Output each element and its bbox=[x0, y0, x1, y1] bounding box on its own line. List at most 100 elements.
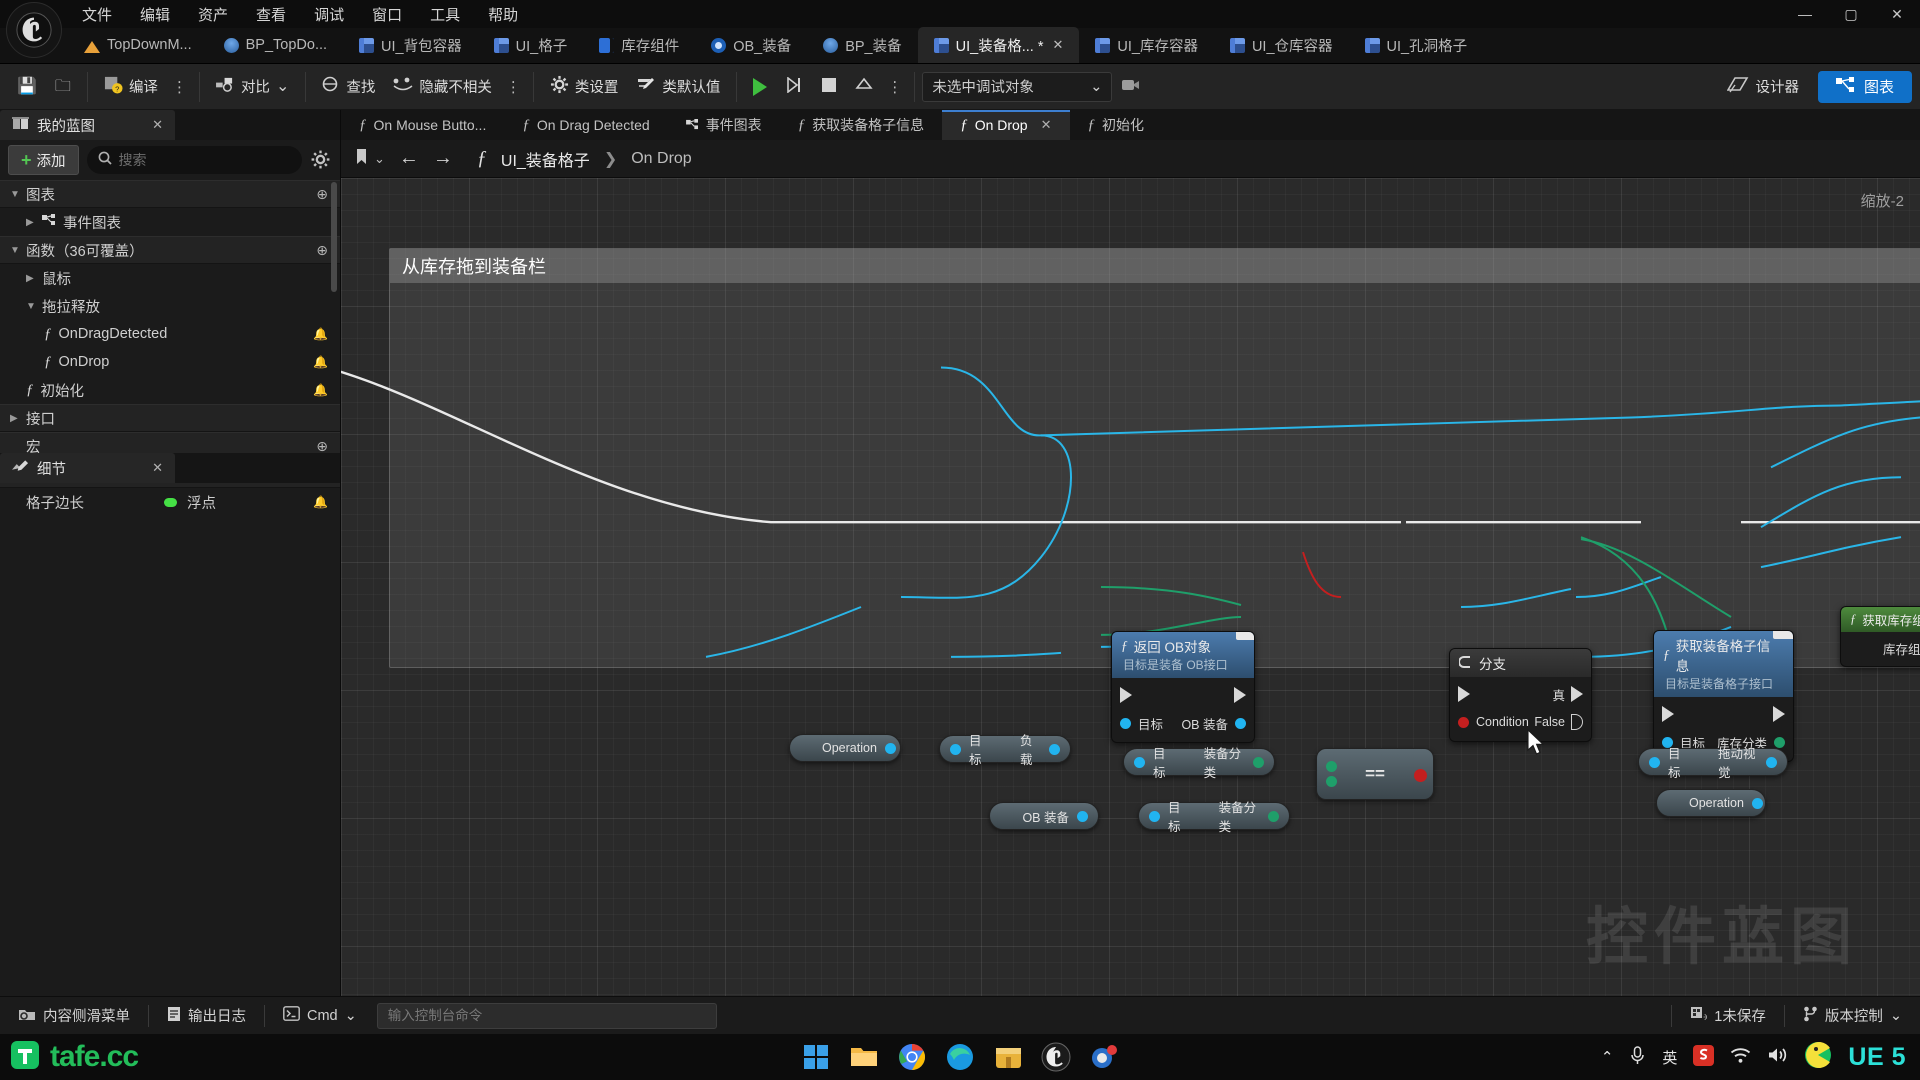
node-branch[interactable]: 分支 真 Condition False bbox=[1449, 648, 1592, 742]
output-pin[interactable] bbox=[1268, 810, 1279, 822]
output-pin[interactable] bbox=[1414, 769, 1427, 782]
menu-debug[interactable]: 调试 bbox=[300, 1, 358, 28]
add-section-icon[interactable]: ⊕ bbox=[316, 186, 328, 203]
store-icon[interactable] bbox=[991, 1040, 1025, 1074]
caret-down-icon[interactable]: ▼ bbox=[10, 245, 26, 256]
output-pin[interactable] bbox=[1766, 756, 1777, 768]
output-pin[interactable] bbox=[1253, 756, 1264, 768]
pill-operation-1[interactable]: Operation bbox=[789, 734, 901, 762]
microphone-icon[interactable] bbox=[1629, 1045, 1646, 1069]
ime-indicator[interactable]: 英 bbox=[1662, 1047, 1677, 1068]
content-drawer-button[interactable]: 内容侧滑菜单 bbox=[6, 1001, 142, 1031]
asset-tab-3[interactable]: UI_格子 bbox=[478, 27, 584, 63]
node-return-ob-object[interactable]: ƒ 返回 OB对象 目标是装备 OB接口 目标 OB 装备 bbox=[1111, 631, 1255, 743]
graph-tab-5[interactable]: ƒ 初始化 bbox=[1070, 110, 1163, 140]
asset-tab-7[interactable]: UI_装备格... * ✕ bbox=[917, 27, 1080, 63]
exec-true-pin[interactable] bbox=[1571, 686, 1583, 702]
mbp-row-7[interactable]: ƒ 初始化 🔔 bbox=[0, 376, 340, 404]
mbp-row-6[interactable]: ƒ OnDrop 🔔 bbox=[0, 348, 340, 376]
taskbar-apps[interactable] bbox=[799, 1040, 1121, 1074]
unreal-logo-icon[interactable] bbox=[6, 2, 62, 58]
close-icon[interactable]: ✕ bbox=[152, 460, 163, 476]
input-pin-a[interactable] bbox=[1326, 761, 1337, 772]
pill-operation-2[interactable]: Operation bbox=[1656, 789, 1766, 817]
pill-ob-equip[interactable]: OB 装备 bbox=[989, 802, 1099, 830]
chrome-icon[interactable] bbox=[895, 1040, 929, 1074]
asset-tab-strip[interactable]: TopDownM... BP_TopDo... UI_背包容器 UI_格子 库存组件 OB… bbox=[0, 27, 1920, 64]
hide-unrelated-button[interactable]: 隐藏不相关 bbox=[384, 70, 501, 104]
mbp-row-2[interactable]: ▼ 函数（36可覆盖） ⊕ bbox=[0, 236, 340, 264]
node-get-inventory-component[interactable]: ƒ 获取库存组件 库存组件 bbox=[1840, 606, 1920, 667]
input-pin[interactable] bbox=[1134, 756, 1145, 768]
exec-false-pin[interactable] bbox=[1571, 714, 1583, 730]
input-pin[interactable] bbox=[1149, 810, 1160, 822]
maximize-button[interactable]: ▢ bbox=[1828, 0, 1874, 28]
play-button[interactable] bbox=[744, 70, 776, 104]
record-app-icon[interactable] bbox=[1087, 1040, 1121, 1074]
eject-button[interactable] bbox=[846, 70, 882, 104]
mbp-row-3[interactable]: ▶ 鼠标 bbox=[0, 264, 340, 292]
debug-camera-button[interactable] bbox=[1112, 70, 1150, 104]
output-pin[interactable] bbox=[1774, 736, 1785, 748]
condition-pin[interactable] bbox=[1458, 716, 1469, 728]
step-button[interactable] bbox=[776, 70, 812, 104]
toolbar-right-group[interactable]: 设计器 图表 bbox=[1718, 70, 1912, 104]
graph-tab-2[interactable]: 事件图表 bbox=[668, 110, 780, 140]
graph-mode-button[interactable]: 图表 bbox=[1817, 70, 1912, 103]
pill-target-drag-visual[interactable]: 目标 拖动视觉 bbox=[1638, 747, 1788, 780]
asset-tab-5[interactable]: OB_装备 bbox=[695, 27, 807, 63]
compile-button[interactable]: ? 编译 bbox=[95, 70, 167, 104]
debug-object-combo[interactable]: 未选中调试对象 ⌄ bbox=[922, 71, 1113, 102]
mbp-row-5[interactable]: ƒ OnDragDetected 🔔 bbox=[0, 320, 340, 348]
my-blueprint-toolbar[interactable]: + 添加 bbox=[0, 140, 340, 180]
asset-tab-1[interactable]: BP_TopDo... bbox=[208, 27, 343, 63]
edge-icon[interactable] bbox=[943, 1040, 977, 1074]
class-defaults-button[interactable]: 类默认值 bbox=[627, 70, 729, 104]
node-equals[interactable]: == bbox=[1316, 748, 1434, 800]
exec-in-pin[interactable] bbox=[1662, 706, 1674, 722]
add-section-icon[interactable]: ⊕ bbox=[316, 242, 328, 259]
start-button-icon[interactable] bbox=[799, 1040, 833, 1074]
graph-tab-1[interactable]: ƒ On Drag Detected bbox=[504, 110, 667, 140]
menu-window[interactable]: 窗口 bbox=[358, 1, 416, 28]
ue-pac-icon[interactable] bbox=[1804, 1041, 1832, 1073]
class-settings-button[interactable]: 类设置 bbox=[541, 70, 628, 104]
graph-tab-0[interactable]: ƒ On Mouse Butto... bbox=[341, 110, 504, 140]
input-pin-b[interactable] bbox=[1326, 776, 1337, 787]
unreal-editor-icon[interactable] bbox=[1039, 1040, 1073, 1074]
asset-tab-10[interactable]: UI_孔洞格子 bbox=[1349, 27, 1484, 63]
mbp-row-0[interactable]: ▼ 图表 ⊕ bbox=[0, 180, 340, 208]
menu-file[interactable]: 文件 bbox=[68, 1, 126, 28]
asset-tab-2[interactable]: UI_背包容器 bbox=[343, 27, 478, 63]
menu-edit[interactable]: 编辑 bbox=[126, 1, 184, 28]
caret-down-icon[interactable]: ▼ bbox=[10, 189, 26, 200]
pill-target-payload[interactable]: 目标 负载 bbox=[939, 734, 1071, 767]
graph-tab-4[interactable]: ƒ On Drop ✕ bbox=[942, 110, 1070, 140]
blueprint-toolbar[interactable]: 💾 🗀 ? 编译 ⋮ 对比 ⌄ 查找 隐藏不相关 ⋮ 类设置 类默认值 ⋮ 未选… bbox=[0, 64, 1920, 110]
output-pin[interactable] bbox=[884, 742, 896, 754]
gear-icon[interactable] bbox=[310, 149, 332, 171]
mbp-row-4[interactable]: ▼ 拖拉释放 bbox=[0, 292, 340, 320]
output-log-button[interactable]: 输出日志 bbox=[155, 1001, 258, 1031]
output-pin[interactable] bbox=[1077, 810, 1088, 822]
pill-target-equip-class-1[interactable]: 目标 装备分类 bbox=[1123, 747, 1275, 780]
breadcrumb-root[interactable]: UI_装备格子 bbox=[501, 147, 590, 171]
menu-view[interactable]: 查看 bbox=[242, 1, 300, 28]
hide-unrelated-kebab[interactable]: ⋮ bbox=[501, 70, 526, 104]
browse-content-button[interactable]: 🗀 bbox=[46, 70, 80, 104]
tab-my-blueprint[interactable]: 我的蓝图 ✕ bbox=[0, 110, 175, 140]
bookmark-caret-icon[interactable]: ⌄ bbox=[374, 151, 385, 167]
graph-tab-strip[interactable]: ƒ On Mouse Butto... ƒ On Drag Detected 事件图表 ƒ… bbox=[341, 110, 1920, 140]
output-pin[interactable] bbox=[1235, 717, 1246, 729]
comment-box[interactable]: 从库存拖到装备栏 bbox=[389, 248, 1920, 668]
play-options-kebab[interactable]: ⋮ bbox=[882, 70, 907, 104]
caret-right-icon[interactable]: ▶ bbox=[26, 217, 42, 228]
mbp-row-1[interactable]: ▶ 事件图表 bbox=[0, 208, 340, 236]
bell-icon[interactable]: 🔔 bbox=[313, 355, 328, 369]
close-icon[interactable]: ✕ bbox=[152, 117, 163, 133]
history-back-button[interactable]: ← bbox=[399, 147, 419, 170]
minimize-button[interactable]: — bbox=[1782, 0, 1828, 28]
menu-help[interactable]: 帮助 bbox=[474, 1, 532, 28]
asset-tab-4[interactable]: 库存组件 bbox=[583, 27, 695, 63]
bell-icon[interactable]: 🔔 bbox=[313, 327, 328, 341]
